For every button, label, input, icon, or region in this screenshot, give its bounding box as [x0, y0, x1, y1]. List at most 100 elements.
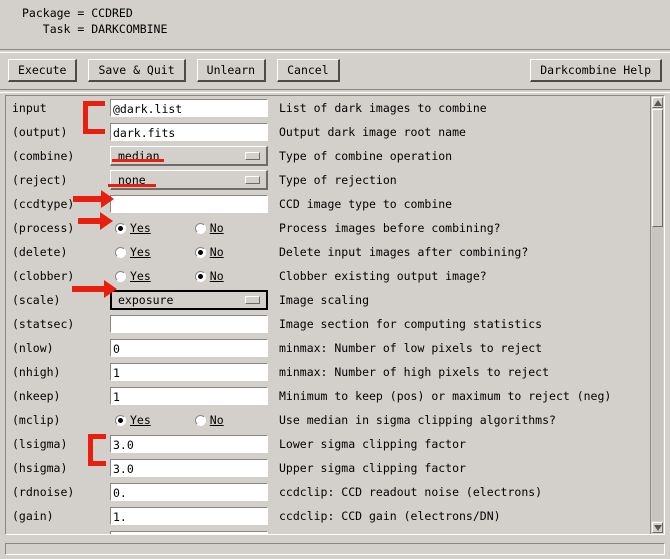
- parameter-label: (clobber): [12, 269, 75, 283]
- cancel-button[interactable]: Cancel: [277, 59, 340, 82]
- radio-indicator-icon: [115, 414, 126, 426]
- execute-button[interactable]: Execute: [8, 59, 78, 82]
- parameter-field-cell: [110, 315, 268, 333]
- parameter-radio-group: Yes No: [110, 410, 268, 430]
- parameter-text-input[interactable]: [110, 315, 268, 333]
- radio-option-no[interactable]: No: [194, 245, 224, 259]
- radio-indicator-icon: [194, 246, 206, 258]
- parameter-row: (snoise)0.ccdclip: Sensitivity noise (fr…: [6, 528, 650, 534]
- parameter-row: (mclip) Yes No Use median in sigma clipping…: [6, 408, 650, 432]
- parameter-text-input[interactable]: 0.: [110, 483, 268, 501]
- parameter-description: ccdclip: CCD gain (electrons/DN): [279, 509, 501, 523]
- radio-option-yes[interactable]: Yes: [115, 245, 151, 259]
- parameter-description: minmax: Number of high pixels to reject: [279, 365, 550, 379]
- parameter-field-cell: Yes No: [110, 266, 268, 286]
- scrollbar-thumb[interactable]: [652, 109, 663, 227]
- scroll-down-arrow-icon[interactable]: [652, 522, 663, 533]
- radio-option-label: No: [209, 221, 224, 235]
- radio-option-yes[interactable]: Yes: [115, 221, 151, 235]
- parameter-description: Delete input images after combining?: [279, 245, 529, 259]
- parameter-field-cell: Yes No: [110, 218, 268, 238]
- parameter-option-menu[interactable]: none: [110, 170, 268, 190]
- parameter-label: (gain): [12, 509, 54, 523]
- option-menu-indicator-icon: [245, 175, 260, 184]
- parameter-description: ccdclip: CCD readout noise (electrons): [279, 485, 543, 499]
- parameter-row: (ccdtype) CCD image type to combine: [6, 192, 650, 216]
- parameter-row: input @dark.list List of dark images to co…: [6, 96, 650, 120]
- parameter-row: (nkeep) 1 Minimum to keep (pos) or maximum…: [6, 384, 650, 408]
- radio-indicator-icon: [115, 246, 126, 258]
- parameter-description: Lower sigma clipping factor: [279, 437, 466, 451]
- radio-indicator-icon: [194, 222, 206, 234]
- parameter-scroll-area: input @dark.list List of dark images to co…: [6, 96, 650, 534]
- option-menu-indicator-icon: [245, 151, 260, 160]
- parameter-text-input[interactable]: dark.fits: [110, 123, 268, 141]
- radio-option-label: No: [209, 269, 224, 283]
- parameter-row: (gain) 1. ccdclip: CCD gain (electrons/DN): [6, 504, 650, 528]
- radio-option-yes[interactable]: Yes: [115, 269, 151, 283]
- parameter-row: (scale) exposure Image scaling: [6, 288, 650, 312]
- radio-indicator-icon: [194, 270, 206, 282]
- radio-option-label: Yes: [130, 245, 151, 259]
- save-and-quit-button[interactable]: Save & Quit: [88, 59, 186, 82]
- parameter-rows: input @dark.list List of dark images to co…: [6, 96, 650, 534]
- radio-option-yes[interactable]: Yes: [115, 413, 151, 427]
- scrollbar-trough[interactable]: [652, 109, 663, 521]
- parameter-description: Image scaling: [279, 293, 370, 307]
- parameter-label: (ccdtype): [12, 197, 75, 211]
- parameter-description: ccdclip: Sensitivity noise (fraction): [268, 533, 650, 534]
- parameter-description: minmax: Number of low pixels to reject: [279, 341, 543, 355]
- radio-option-no[interactable]: No: [194, 413, 224, 427]
- parameter-description: Clobber existing output image?: [279, 269, 487, 283]
- parameter-description: CCD image type to combine: [279, 197, 453, 211]
- darkcombine-help-button[interactable]: Darkcombine Help: [530, 59, 662, 82]
- parameter-row: (delete) Yes No Delete input images after c…: [6, 240, 650, 264]
- radio-indicator-icon: [115, 222, 126, 234]
- parameter-text-input[interactable]: 1: [110, 387, 268, 405]
- parameter-field-cell: median: [110, 146, 268, 166]
- parameter-field-cell: dark.fits: [110, 123, 268, 141]
- radio-option-no[interactable]: No: [194, 221, 224, 235]
- parameter-description: List of dark images to combine: [279, 101, 487, 115]
- parameter-field-cell: 1: [110, 363, 268, 381]
- parameter-row: (process) Yes No Process images before comb…: [6, 216, 650, 240]
- parameter-option-menu[interactable]: median: [110, 146, 268, 166]
- parameter-field-cell: 0.: [110, 483, 268, 501]
- parameter-row: (nhigh) 1 minmax: Number of high pixels to…: [6, 360, 650, 384]
- option-menu-value: none: [118, 172, 146, 187]
- parameter-description: Image section for computing statistics: [279, 317, 543, 331]
- unlearn-button[interactable]: Unlearn: [196, 59, 267, 82]
- parameter-label: (nlow): [12, 341, 54, 355]
- task-header: Package = CCDRED Task = DARKCOMBINE: [0, 0, 670, 49]
- parameter-row: (statsec) Image section for computing sta…: [6, 312, 650, 336]
- parameter-field-cell: Yes No: [110, 242, 268, 262]
- radio-option-label: Yes: [130, 413, 151, 427]
- parameter-description: Output dark image root name: [279, 125, 466, 139]
- parameter-text-input[interactable]: 0: [110, 339, 268, 357]
- buttonbar-divider: [0, 89, 670, 93]
- parameter-label: (delete): [12, 245, 68, 259]
- parameter-text-input[interactable]: @dark.list: [110, 99, 268, 117]
- radio-indicator-icon: [194, 414, 206, 426]
- option-menu-indicator-icon: [245, 295, 260, 304]
- parameter-label: (lsigma): [12, 437, 68, 451]
- parameter-text-input[interactable]: 3.0: [110, 435, 268, 453]
- parameter-label: (nhigh): [12, 365, 61, 379]
- parameter-text-input[interactable]: [110, 195, 268, 213]
- parameter-text-input[interactable]: 1.: [110, 507, 268, 525]
- parameter-text-input[interactable]: 1: [110, 363, 268, 381]
- parameter-label: (snoise): [6, 533, 110, 534]
- option-menu-value: exposure: [118, 292, 174, 307]
- parameter-text-input[interactable]: 3.0: [110, 459, 268, 477]
- radio-option-no[interactable]: No: [194, 269, 224, 283]
- status-strip-inner: [5, 543, 665, 555]
- parameter-field-cell: [110, 195, 268, 213]
- parameter-option-menu[interactable]: exposure: [110, 290, 268, 310]
- scroll-up-arrow-icon[interactable]: [652, 97, 663, 108]
- parameter-field-cell: 3.0: [110, 459, 268, 477]
- radio-option-label: Yes: [130, 269, 151, 283]
- parameter-text-input[interactable]: 0.: [110, 531, 268, 534]
- parameter-field-cell: @dark.list: [110, 99, 268, 117]
- parameter-label: (rdnoise): [12, 485, 75, 499]
- vertical-scrollbar[interactable]: [650, 96, 664, 534]
